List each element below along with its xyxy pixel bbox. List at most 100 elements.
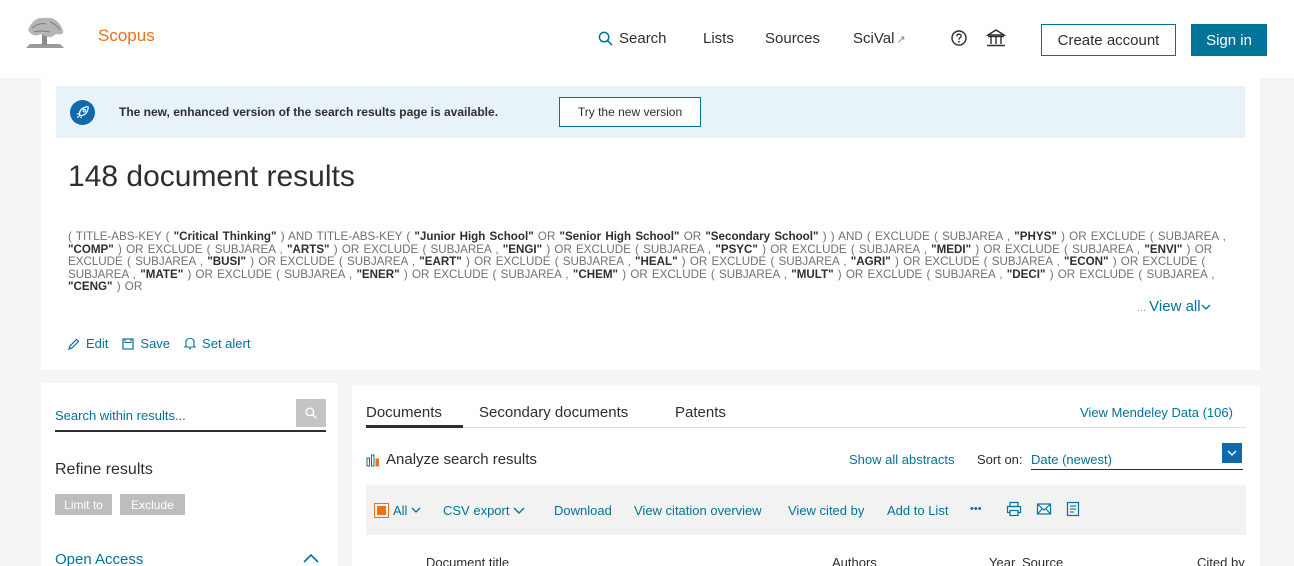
tab-documents[interactable]: Documents xyxy=(366,404,442,421)
institution-icon[interactable] xyxy=(986,28,1006,48)
more-options-button[interactable]: ••• xyxy=(970,503,982,515)
open-access-facet[interactable]: Open Access xyxy=(55,551,143,566)
column-authors[interactable]: Authors xyxy=(832,555,877,566)
query-term: "Critical Thinking" xyxy=(173,231,277,243)
query-term: "AGRI" xyxy=(850,255,891,269)
help-icon[interactable] xyxy=(951,30,967,46)
save-query-link[interactable]: Save xyxy=(122,336,170,351)
search-within-input[interactable] xyxy=(55,408,285,423)
nav-search[interactable]: Search xyxy=(598,30,667,47)
bar-chart-icon xyxy=(366,454,379,466)
set-alert-link[interactable]: Set alert xyxy=(184,336,250,351)
sort-select[interactable]: Date (newest) xyxy=(1031,452,1112,467)
query-operator: ) OR EXCLUDE ( SUBJAREA , xyxy=(461,255,636,269)
query-term: "Senior High School" xyxy=(559,231,680,243)
rocket-icon xyxy=(70,100,95,125)
query-operator: ) OR EXCLUDE ( SUBJAREA , xyxy=(971,242,1145,256)
download-button[interactable]: Download xyxy=(554,503,612,518)
view-cited-by-button[interactable]: View cited by xyxy=(788,503,864,518)
search-icon xyxy=(305,407,317,419)
top-navigation-bar: Scopus Search Lists Sources SciVal ↗ Crea… xyxy=(0,0,1294,78)
column-source[interactable]: Source xyxy=(1022,555,1063,566)
active-tab-indicator xyxy=(366,425,463,428)
search-within-button[interactable] xyxy=(296,399,326,427)
print-icon[interactable] xyxy=(1006,501,1022,517)
sort-select-underline xyxy=(1031,469,1243,470)
query-operator: ) OR xyxy=(112,280,143,294)
bibliography-icon[interactable] xyxy=(1066,501,1080,517)
analyze-search-results-link[interactable]: Analyze search results xyxy=(366,451,537,468)
column-year[interactable]: Year xyxy=(989,555,1015,566)
query-operator: ) AND TITLE-ABS-KEY ( xyxy=(276,231,415,243)
tab-secondary-documents[interactable]: Secondary documents xyxy=(479,404,628,421)
search-icon xyxy=(598,31,613,46)
query-operator: ) OR EXCLUDE ( SUBJAREA , xyxy=(677,255,851,269)
query-operator: ) OR EXCLUDE ( SUBJAREA , xyxy=(246,255,420,269)
query-operator: ) ) AND ( EXCLUDE ( SUBJAREA , xyxy=(818,231,1015,243)
nav-search-label: Search xyxy=(619,30,667,47)
nav-sources[interactable]: Sources xyxy=(765,30,820,47)
banner-message: The new, enhanced version of the search … xyxy=(119,105,499,119)
query-term: "ENVI" xyxy=(1144,242,1183,256)
query-term: "BUSI" xyxy=(207,255,247,269)
query-operator: ) OR EXCLUDE ( SUBJAREA , xyxy=(1056,231,1226,243)
query-term: "ENGI" xyxy=(502,242,543,256)
sign-in-button[interactable]: Sign in xyxy=(1191,24,1267,56)
query-operator: ) OR EXCLUDE ( SUBJAREA , xyxy=(890,255,1064,269)
select-all-checkbox[interactable]: All xyxy=(374,503,421,518)
view-all-label: View all xyxy=(1149,298,1201,315)
limit-to-button[interactable]: Limit to xyxy=(55,494,112,515)
create-account-button[interactable]: Create account xyxy=(1041,24,1176,56)
results-toolbar: All CSV export Download View citation ov… xyxy=(366,485,1246,535)
query-operator: ) OR EXCLUDE ( SUBJAREA , xyxy=(542,242,716,256)
query-operator: OR xyxy=(533,231,560,243)
add-to-list-button[interactable]: Add to List xyxy=(887,503,948,518)
nav-scival[interactable]: SciVal ↗ xyxy=(853,30,906,47)
exclude-button[interactable]: Exclude xyxy=(120,494,185,515)
view-citation-overview-button[interactable]: View citation overview xyxy=(634,503,762,518)
query-operator: ) OR EXCLUDE ( SUBJAREA , xyxy=(618,267,792,281)
query-operator: ) OR EXCLUDE ( SUBJAREA , xyxy=(757,242,932,256)
query-operator: ) OR EXCLUDE ( SUBJAREA , xyxy=(113,242,287,256)
query-operator: ) OR EXCLUDE ( SUBJAREA , xyxy=(399,267,573,281)
query-term: "MATE" xyxy=(140,267,184,281)
edit-query-link[interactable]: Edit xyxy=(68,336,108,351)
query-term: "PHYS" xyxy=(1014,231,1057,243)
analyze-label: Analyze search results xyxy=(386,451,537,468)
query-operator: ) OR EXCLUDE ( SUBJAREA , xyxy=(833,267,1007,281)
query-term: "ECON" xyxy=(1064,255,1109,269)
query-term: "MULT" xyxy=(791,267,834,281)
query-operator: ( TITLE-ABS-KEY ( xyxy=(68,231,174,243)
page-title: 148 document results xyxy=(68,160,355,193)
query-term: "PSYC" xyxy=(715,242,758,256)
edit-label: Edit xyxy=(86,336,109,351)
nav-lists[interactable]: Lists xyxy=(703,30,734,47)
email-icon[interactable] xyxy=(1036,502,1052,516)
query-term: "Secondary School" xyxy=(705,231,819,243)
column-document-title[interactable]: Document title xyxy=(426,555,509,566)
query-term: "DECI" xyxy=(1006,267,1046,281)
external-link-icon: ↗ xyxy=(896,34,906,46)
query-term: "CHEM" xyxy=(572,267,619,281)
try-new-version-button[interactable]: Try the new version xyxy=(559,97,701,127)
column-cited-by[interactable]: Cited by xyxy=(1197,555,1245,566)
sort-dropdown-button[interactable] xyxy=(1222,443,1242,463)
ellipsis: ... xyxy=(1137,302,1147,314)
tab-patents[interactable]: Patents xyxy=(675,404,726,421)
elsevier-logo-icon[interactable] xyxy=(20,14,70,50)
refine-sidebar: Refine results Limit to Exclude Open Acc… xyxy=(41,383,338,566)
view-mendeley-data-link[interactable]: View Mendeley Data (106) xyxy=(1080,405,1233,420)
view-all-query-link[interactable]: ... View all xyxy=(1137,298,1211,315)
show-all-abstracts-link[interactable]: Show all abstracts xyxy=(849,452,955,467)
query-term: "MEDI" xyxy=(931,242,972,256)
bell-icon xyxy=(184,337,197,350)
chevron-up-icon[interactable] xyxy=(303,553,319,563)
save-label: Save xyxy=(140,336,171,351)
query-operator: ) OR EXCLUDE ( SUBJAREA , xyxy=(1045,267,1215,281)
csv-export-button[interactable]: CSV export xyxy=(443,503,525,518)
select-all-label: All xyxy=(393,503,408,518)
query-term: "ARTS" xyxy=(287,242,330,256)
scopus-brand[interactable]: Scopus xyxy=(98,26,155,46)
query-term: "COMP" xyxy=(68,242,114,256)
pencil-icon xyxy=(68,338,80,350)
